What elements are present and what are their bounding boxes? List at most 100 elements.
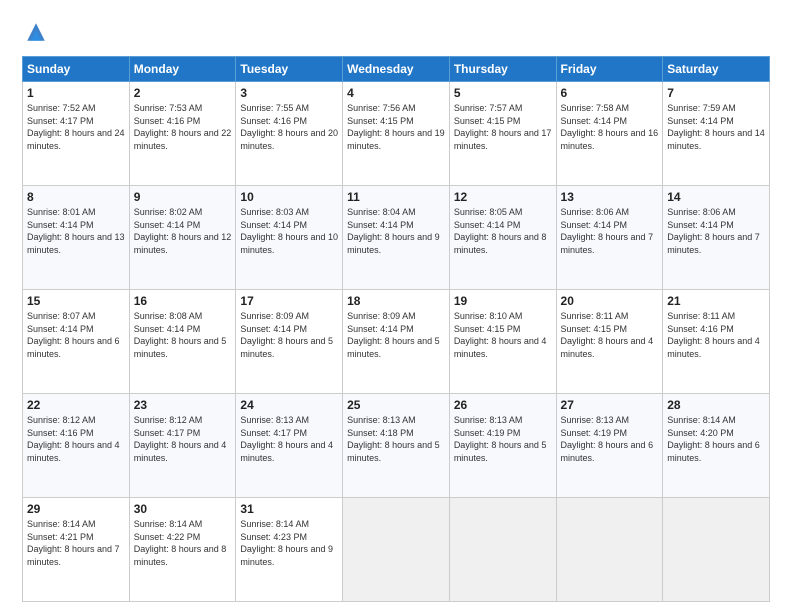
cell-info: Sunrise: 8:13 AMSunset: 4:19 PMDaylight:… [561,414,659,464]
calendar-cell: 17 Sunrise: 8:09 AMSunset: 4:14 PMDayligh… [236,290,343,394]
cell-info: Sunrise: 8:11 AMSunset: 4:16 PMDaylight:… [667,310,765,360]
day-number: 21 [667,294,765,308]
day-number: 9 [134,190,232,204]
day-header-monday: Monday [129,57,236,82]
page: SundayMondayTuesdayWednesdayThursdayFrid… [0,0,792,612]
calendar-cell: 26 Sunrise: 8:13 AMSunset: 4:19 PMDayligh… [449,394,556,498]
day-number: 5 [454,86,552,100]
day-number: 11 [347,190,445,204]
calendar-cell: 6 Sunrise: 7:58 AMSunset: 4:14 PMDaylight… [556,82,663,186]
day-number: 2 [134,86,232,100]
cell-info: Sunrise: 8:05 AMSunset: 4:14 PMDaylight:… [454,206,552,256]
calendar-cell: 4 Sunrise: 7:56 AMSunset: 4:15 PMDaylight… [343,82,450,186]
day-number: 6 [561,86,659,100]
day-number: 12 [454,190,552,204]
calendar-week-1: 1Sunrise: 7:52 AMSunset: 4:17 PMDaylight… [23,82,770,186]
calendar-week-5: 29 Sunrise: 8:14 AMSunset: 4:21 PMDayligh… [23,498,770,602]
calendar-cell: 9 Sunrise: 8:02 AMSunset: 4:14 PMDaylight… [129,186,236,290]
cell-info: Sunrise: 8:07 AMSunset: 4:14 PMDaylight:… [27,310,125,360]
cell-info: Sunrise: 8:03 AMSunset: 4:14 PMDaylight:… [240,206,338,256]
day-number: 19 [454,294,552,308]
day-number: 17 [240,294,338,308]
calendar-cell: 22Sunrise: 8:12 AMSunset: 4:16 PMDayligh… [23,394,130,498]
calendar-cell: 20 Sunrise: 8:11 AMSunset: 4:15 PMDayligh… [556,290,663,394]
calendar-cell: 24 Sunrise: 8:13 AMSunset: 4:17 PMDayligh… [236,394,343,498]
calendar-cell: 1Sunrise: 7:52 AMSunset: 4:17 PMDaylight… [23,82,130,186]
calendar-week-2: 8 Sunrise: 8:01 AMSunset: 4:14 PMDaylight… [23,186,770,290]
calendar-cell: 8 Sunrise: 8:01 AMSunset: 4:14 PMDaylight… [23,186,130,290]
cell-info: Sunrise: 8:02 AMSunset: 4:14 PMDaylight:… [134,206,232,256]
cell-info: Sunrise: 8:14 AMSunset: 4:20 PMDaylight:… [667,414,765,464]
day-number: 1 [27,86,125,100]
calendar-cell: 15 Sunrise: 8:07 AMSunset: 4:14 PMDayligh… [23,290,130,394]
calendar-cell: 31Sunrise: 8:14 AMSunset: 4:23 PMDayligh… [236,498,343,602]
calendar-cell: 5 Sunrise: 7:57 AMSunset: 4:15 PMDaylight… [449,82,556,186]
calendar-cell [343,498,450,602]
day-number: 28 [667,398,765,412]
cell-info: Sunrise: 8:13 AMSunset: 4:18 PMDaylight:… [347,414,445,464]
calendar-cell: 12 Sunrise: 8:05 AMSunset: 4:14 PMDayligh… [449,186,556,290]
calendar-week-4: 22Sunrise: 8:12 AMSunset: 4:16 PMDayligh… [23,394,770,498]
calendar-cell: 3 Sunrise: 7:55 AMSunset: 4:16 PMDaylight… [236,82,343,186]
day-number: 13 [561,190,659,204]
day-number: 15 [27,294,125,308]
day-header-tuesday: Tuesday [236,57,343,82]
calendar-cell: 30Sunrise: 8:14 AMSunset: 4:22 PMDayligh… [129,498,236,602]
day-number: 29 [27,502,125,516]
calendar-cell [556,498,663,602]
cell-info: Sunrise: 8:13 AMSunset: 4:19 PMDaylight:… [454,414,552,464]
cell-info: Sunrise: 8:14 AMSunset: 4:21 PMDaylight:… [27,518,125,568]
day-number: 3 [240,86,338,100]
calendar-cell: 19 Sunrise: 8:10 AMSunset: 4:15 PMDayligh… [449,290,556,394]
cell-info: Sunrise: 7:57 AMSunset: 4:15 PMDaylight:… [454,102,552,152]
day-number: 31 [240,502,338,516]
cell-info: Sunrise: 8:12 AMSunset: 4:17 PMDaylight:… [134,414,232,464]
day-number: 10 [240,190,338,204]
day-header-sunday: Sunday [23,57,130,82]
day-number: 23 [134,398,232,412]
calendar-cell: 18Sunrise: 8:09 AMSunset: 4:14 PMDayligh… [343,290,450,394]
calendar-cell: 27Sunrise: 8:13 AMSunset: 4:19 PMDayligh… [556,394,663,498]
cell-info: Sunrise: 8:09 AMSunset: 4:14 PMDaylight:… [347,310,445,360]
cell-info: Sunrise: 7:56 AMSunset: 4:15 PMDaylight:… [347,102,445,152]
cell-info: Sunrise: 7:58 AMSunset: 4:14 PMDaylight:… [561,102,659,152]
calendar-cell: 16 Sunrise: 8:08 AMSunset: 4:14 PMDayligh… [129,290,236,394]
calendar-cell: 2Sunrise: 7:53 AMSunset: 4:16 PMDaylight… [129,82,236,186]
calendar-cell: 25 Sunrise: 8:13 AMSunset: 4:18 PMDayligh… [343,394,450,498]
calendar-cell: 11 Sunrise: 8:04 AMSunset: 4:14 PMDayligh… [343,186,450,290]
cell-info: Sunrise: 8:04 AMSunset: 4:14 PMDaylight:… [347,206,445,256]
day-number: 14 [667,190,765,204]
logo [22,18,54,46]
logo-icon [22,18,50,46]
cell-info: Sunrise: 8:06 AMSunset: 4:14 PMDaylight:… [667,206,765,256]
calendar-cell: 7 Sunrise: 7:59 AMSunset: 4:14 PMDaylight… [663,82,770,186]
day-number: 4 [347,86,445,100]
day-number: 22 [27,398,125,412]
day-number: 25 [347,398,445,412]
day-header-wednesday: Wednesday [343,57,450,82]
cell-info: Sunrise: 8:09 AMSunset: 4:14 PMDaylight:… [240,310,338,360]
calendar-table: SundayMondayTuesdayWednesdayThursdayFrid… [22,56,770,602]
calendar-cell: 13 Sunrise: 8:06 AMSunset: 4:14 PMDayligh… [556,186,663,290]
calendar-week-3: 15 Sunrise: 8:07 AMSunset: 4:14 PMDayligh… [23,290,770,394]
cell-info: Sunrise: 8:11 AMSunset: 4:15 PMDaylight:… [561,310,659,360]
cell-info: Sunrise: 8:01 AMSunset: 4:14 PMDaylight:… [27,206,125,256]
calendar-cell: 21 Sunrise: 8:11 AMSunset: 4:16 PMDayligh… [663,290,770,394]
day-number: 20 [561,294,659,308]
calendar-cell [449,498,556,602]
day-number: 26 [454,398,552,412]
cell-info: Sunrise: 8:10 AMSunset: 4:15 PMDaylight:… [454,310,552,360]
cell-info: Sunrise: 7:59 AMSunset: 4:14 PMDaylight:… [667,102,765,152]
day-number: 8 [27,190,125,204]
cell-info: Sunrise: 7:55 AMSunset: 4:16 PMDaylight:… [240,102,338,152]
calendar-cell [663,498,770,602]
day-number: 16 [134,294,232,308]
cell-info: Sunrise: 8:08 AMSunset: 4:14 PMDaylight:… [134,310,232,360]
cell-info: Sunrise: 8:06 AMSunset: 4:14 PMDaylight:… [561,206,659,256]
day-number: 7 [667,86,765,100]
cell-info: Sunrise: 8:14 AMSunset: 4:22 PMDaylight:… [134,518,232,568]
cell-info: Sunrise: 8:13 AMSunset: 4:17 PMDaylight:… [240,414,338,464]
day-number: 24 [240,398,338,412]
calendar-cell: 29 Sunrise: 8:14 AMSunset: 4:21 PMDayligh… [23,498,130,602]
calendar-cell: 14 Sunrise: 8:06 AMSunset: 4:14 PMDayligh… [663,186,770,290]
